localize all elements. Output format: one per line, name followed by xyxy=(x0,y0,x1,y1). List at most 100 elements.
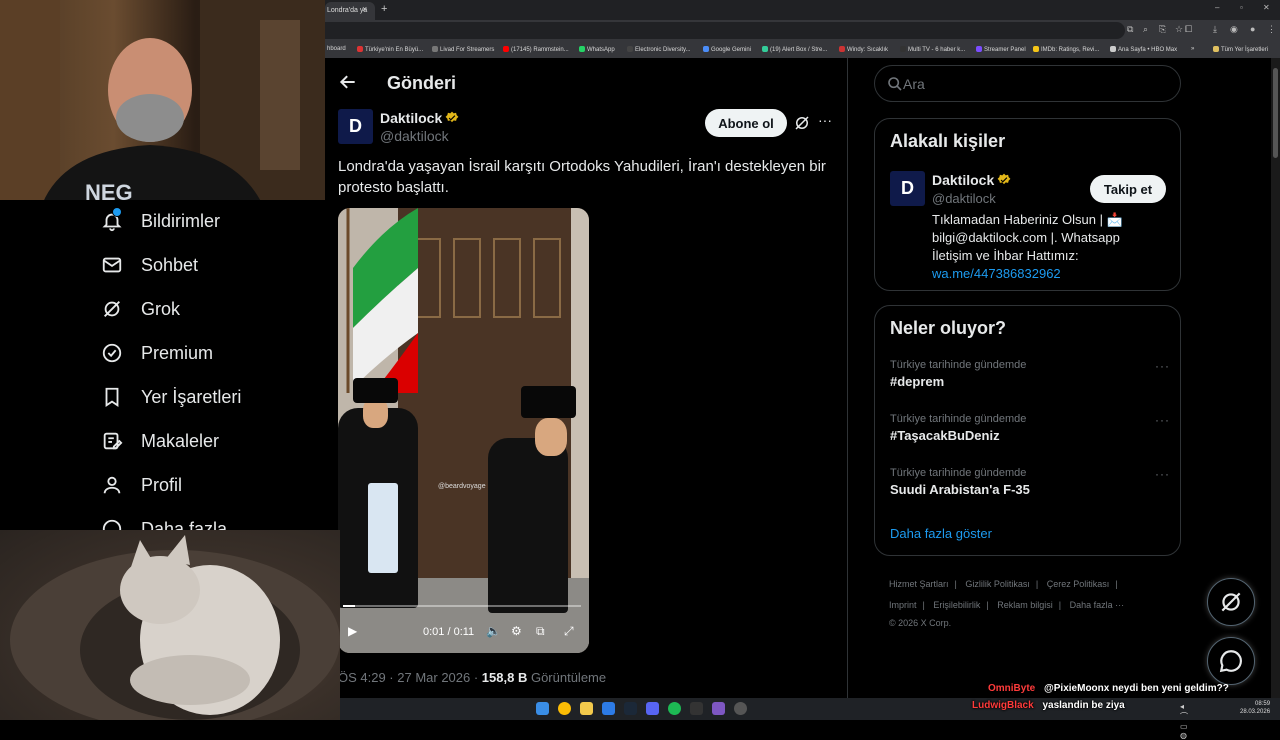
post-more-icon[interactable]: ··· xyxy=(818,112,832,128)
notification-dot xyxy=(112,207,122,217)
related-bio: Tıklamadan Haberiniz Olsun | 📩 bilgi@dak… xyxy=(932,212,1123,281)
trend-item[interactable]: Türkiye tarihinde gündemde #TaşacakBuDen… xyxy=(890,413,1170,443)
browser-profile-icon[interactable]: ● xyxy=(1250,24,1255,34)
new-tab-icon[interactable]: + xyxy=(381,3,387,15)
download-icon[interactable]: ⤓ xyxy=(1213,24,1217,35)
scrollbar-thumb[interactable] xyxy=(1273,68,1278,158)
fullscreen-icon[interactable]: ⤢ xyxy=(564,624,574,639)
bookmark-item[interactable]: Livad For Streamers xyxy=(432,46,494,53)
play-icon[interactable]: ▶ xyxy=(348,624,357,638)
bookmark-folder[interactable]: Tüm Yer İşaretleri xyxy=(1213,46,1268,53)
address-field[interactable] xyxy=(325,22,1125,39)
bio-link[interactable]: wa.me/447386832962 xyxy=(932,266,1061,281)
footer-link[interactable]: Çerez Politikası xyxy=(1047,579,1110,589)
search-box[interactable] xyxy=(874,65,1181,102)
grok-explain-icon[interactable] xyxy=(793,114,811,132)
footer-link[interactable]: Imprint xyxy=(889,600,917,610)
sidebar-item-notifications[interactable]: Bildirimler xyxy=(100,206,220,236)
bookmark-item[interactable]: IMDb: Ratings, Revi... xyxy=(1033,46,1099,53)
install-icon[interactable]: ⧉ xyxy=(1127,24,1133,35)
tweet-timestamp[interactable]: ÖS 4:29 · 27 Mar 2026 · xyxy=(338,670,482,685)
maximize-icon[interactable]: ▫ xyxy=(1240,3,1243,12)
discord-icon[interactable] xyxy=(646,702,659,715)
author-avatar[interactable]: D xyxy=(338,109,373,144)
sidebar-item-bookmarks[interactable]: Yer İşaretleri xyxy=(100,382,241,412)
browser-menu-icon[interactable]: ⋮ xyxy=(1267,24,1276,35)
bookmark-item[interactable]: (19) Alert Box / Stre... xyxy=(762,46,827,53)
video-player[interactable]: @beardvoyage ▶ 0:01 / 0:11 🔈 ⚙ ⧉ ⤢ xyxy=(338,208,589,653)
bookmark-item[interactable]: Türkiye'nin En Büyü... xyxy=(357,46,423,53)
video-progress-fill xyxy=(343,605,355,607)
bookmark-item[interactable]: Multi TV - 6 haber k... xyxy=(900,46,965,53)
trend-item[interactable]: Türkiye tarihinde gündemde Suudi Arabist… xyxy=(890,467,1170,497)
chat-username: LudwigBlack xyxy=(972,700,1034,711)
bookmarks-overflow-icon[interactable]: » xyxy=(1191,46,1194,52)
author-name[interactable]: Daktilock xyxy=(380,110,459,126)
sidebar-item-premium[interactable]: Premium xyxy=(100,338,213,368)
bookmark-item[interactable]: Google Gemini xyxy=(703,46,751,53)
volume-icon[interactable]: 🔈 xyxy=(486,624,501,638)
translate-icon[interactable]: ⎘ xyxy=(1159,24,1166,35)
related-people-title: Alakalı kişiler xyxy=(890,131,1006,151)
search-input[interactable] xyxy=(903,74,1163,94)
video-progress-bar[interactable] xyxy=(343,605,581,607)
sidebar-item-chat[interactable]: Sohbet xyxy=(100,250,198,280)
bookmark-item[interactable]: (17145) Rammstein... xyxy=(503,46,569,53)
app-icon[interactable] xyxy=(712,702,725,715)
bookmark-item[interactable]: Ana Sayfa • HBO Max xyxy=(1110,46,1177,53)
footer-link[interactable]: Reklam bilgisi xyxy=(997,600,1053,610)
close-window-icon[interactable]: ✕ xyxy=(1263,3,1270,12)
chrome-icon[interactable] xyxy=(558,702,571,715)
show-more-link[interactable]: Daha fazla göster xyxy=(890,526,992,541)
bookmark-item[interactable]: Electronic Diversity... xyxy=(627,46,691,53)
zoom-icon[interactable]: ⌕ xyxy=(1143,24,1148,35)
related-handle[interactable]: @daktilock xyxy=(932,191,996,206)
subscribe-button[interactable]: Abone ol xyxy=(705,109,787,137)
sidebar-item-articles[interactable]: Makaleler xyxy=(100,426,219,456)
bookmark-item[interactable]: Streamer Panel xyxy=(976,46,1026,53)
obs-icon[interactable] xyxy=(734,702,747,715)
author-handle[interactable]: @daktilock xyxy=(380,128,449,144)
related-avatar[interactable]: D xyxy=(890,171,925,206)
grok-fab[interactable] xyxy=(1207,578,1255,626)
grok-icon xyxy=(1221,592,1241,612)
footer-link[interactable]: Daha fazla ··· xyxy=(1070,600,1125,610)
browser-tab[interactable]: Londra'da ya × xyxy=(325,2,375,20)
steam-icon[interactable] xyxy=(624,702,637,715)
page-scrollbar[interactable] xyxy=(1271,58,1280,698)
app-icon[interactable] xyxy=(602,702,615,715)
profile-circle-icon[interactable]: ◉ xyxy=(1230,24,1238,35)
messages-fab[interactable] xyxy=(1207,637,1255,685)
minimize-icon[interactable]: – xyxy=(1215,3,1219,12)
footer-link[interactable]: Gizlilik Politikası xyxy=(965,579,1030,589)
related-name[interactable]: Daktilock xyxy=(932,172,1011,188)
folder-icon[interactable] xyxy=(580,702,593,715)
bookmark-item[interactable]: Windy: Sıcaklık xyxy=(839,46,888,53)
trend-item[interactable]: Türkiye tarihinde gündemde #deprem ··· xyxy=(890,359,1170,389)
sidebar-item-label: Premium xyxy=(141,342,214,363)
epic-icon[interactable] xyxy=(690,702,703,715)
tray-icons[interactable]: ◂ ⌒ ▭ ◍ xyxy=(1180,702,1193,740)
bookmark-item[interactable]: hboard xyxy=(327,46,346,52)
tab-close-icon[interactable]: × xyxy=(362,4,367,14)
trend-more-icon[interactable]: ··· xyxy=(1155,467,1170,481)
footer-link[interactable]: Erişilebilirlik xyxy=(933,600,980,610)
footer-link[interactable]: Hizmet Şartları xyxy=(889,579,949,589)
start-icon[interactable] xyxy=(536,702,549,715)
settings-icon[interactable]: ⚙ xyxy=(511,624,522,638)
sidebar-item-profile[interactable]: Profil xyxy=(100,470,182,500)
chat-text: yaslandin be ziya xyxy=(1042,700,1125,711)
follow-button[interactable]: Takip et xyxy=(1090,175,1166,203)
chat-username: OmniByte xyxy=(988,683,1036,694)
trend-more-icon[interactable]: ··· xyxy=(1155,359,1170,373)
spotify-icon[interactable] xyxy=(668,702,681,715)
bookmark-star-icon[interactable]: ☆ xyxy=(1175,24,1183,35)
sidebar-item-grok[interactable]: Grok xyxy=(100,294,180,324)
taskbar-clock[interactable]: 08:59 28.03.2026 xyxy=(1240,700,1270,716)
extensions-icon[interactable]: ⧠ xyxy=(1185,24,1192,35)
pip-icon[interactable]: ⧉ xyxy=(536,624,545,639)
back-arrow-icon[interactable] xyxy=(338,72,358,92)
footer-links: Hizmet Şartları | Gizlilik Politikası | Çe… xyxy=(889,574,1169,630)
trend-more-icon[interactable]: ··· xyxy=(1155,413,1170,427)
bookmark-item[interactable]: WhatsApp xyxy=(579,46,615,53)
